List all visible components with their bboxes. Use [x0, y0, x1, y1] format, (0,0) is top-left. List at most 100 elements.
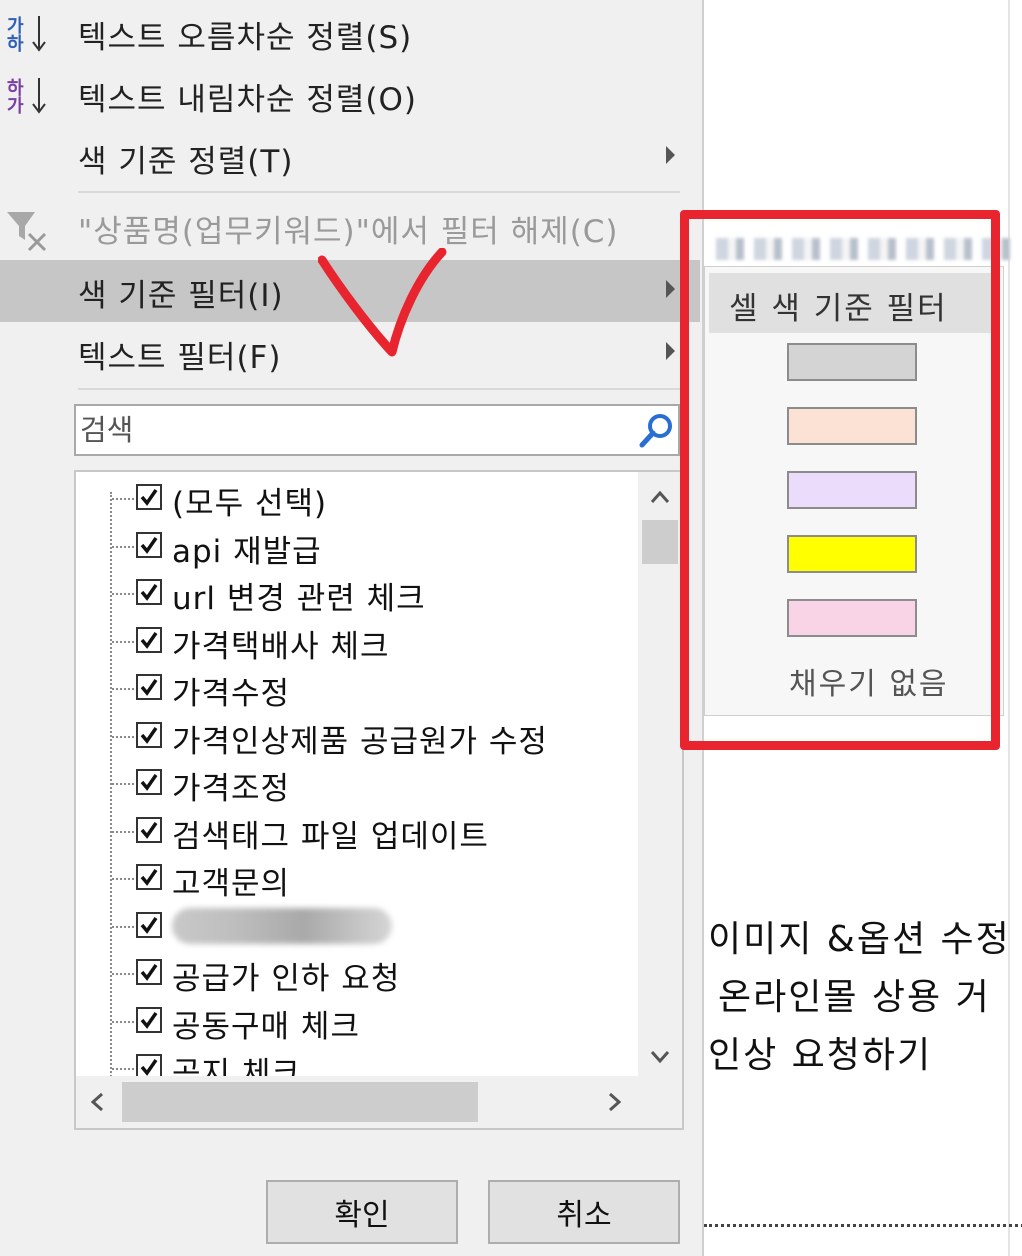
submenu-arrow-icon: [666, 342, 675, 360]
check-icon: [140, 631, 158, 649]
blurred-item-label: [172, 907, 392, 944]
list-item[interactable]: 공급가 인하 요청: [76, 949, 636, 997]
check-icon: [140, 1011, 158, 1029]
submenu-arrow-icon: [666, 280, 675, 298]
tree-connector: [112, 925, 134, 928]
scroll-up-arrow-icon[interactable]: [638, 476, 682, 520]
check-icon: [140, 489, 158, 506]
annotation-check-mark-icon: [318, 248, 447, 357]
vertical-scrollbar[interactable]: [638, 472, 682, 1076]
scroll-left-arrow-icon[interactable]: [76, 1076, 120, 1128]
list-item-label: 가격조정: [172, 771, 291, 807]
list-item[interactable]: 가격인상제품 공급원가 수정: [76, 712, 636, 760]
checkbox-checked[interactable]: [136, 721, 162, 748]
cell-text[interactable]: 인상 요청하기: [708, 1026, 932, 1078]
list-item[interactable]: api 재발급: [76, 522, 636, 570]
checkbox-checked[interactable]: [136, 959, 162, 985]
check-icon: [140, 726, 158, 744]
list-item[interactable]: [76, 902, 636, 950]
check-icon: [140, 679, 158, 696]
tree-connector: [112, 973, 134, 975]
vertical-scroll-thumb[interactable]: [642, 520, 678, 564]
column-gridline: [1008, 0, 1010, 1256]
list-item[interactable]: 공동구매 체크: [76, 997, 636, 1045]
cancel-button[interactable]: 취소: [488, 1180, 680, 1244]
svg-text:가: 가: [7, 96, 24, 116]
checkbox-checked[interactable]: [136, 911, 162, 938]
list-item-label: 공동구매 체크: [172, 1008, 360, 1045]
list-item[interactable]: 고객문의: [76, 854, 636, 902]
tree-connector: [112, 1020, 134, 1023]
tree-connector: [112, 498, 134, 500]
tree-connector: [112, 830, 134, 833]
ok-button[interactable]: 확인: [266, 1180, 458, 1244]
check-icon: [140, 774, 158, 791]
menu-item-label: 텍스트 내림차순 정렬(O): [78, 82, 417, 118]
menu-separator: [78, 388, 680, 390]
list-item-label: 가격인상제품 공급원가 수정: [172, 723, 548, 760]
checkbox-checked[interactable]: [136, 531, 162, 558]
cell-border: [704, 1224, 1022, 1227]
check-icon: [140, 964, 158, 981]
search-box: [74, 404, 680, 456]
tree-connector: [112, 735, 134, 738]
check-icon: [140, 821, 158, 839]
cell-text[interactable]: 온라인몰 상용 거: [718, 968, 991, 1020]
scroll-down-arrow-icon[interactable]: [638, 1034, 682, 1078]
list-item[interactable]: 가격택배사 체크: [76, 617, 636, 665]
menu-item-sort-descending[interactable]: 하 가 텍스트 내림차순 정렬(O): [0, 64, 700, 126]
tree-connector: [112, 783, 134, 785]
check-icon: [140, 869, 158, 886]
checkbox-checked[interactable]: [136, 769, 162, 795]
submenu-arrow-icon: [666, 146, 675, 164]
check-icon: [140, 1059, 158, 1076]
list-item-label: 공급가 인하 요청: [172, 961, 401, 997]
checkbox-checked[interactable]: [136, 674, 162, 700]
value-checklist: (모두 선택) api 재발급 url 변경 관련 체크가격택배사 체크가격수정가격…: [74, 470, 684, 1130]
svg-text:하: 하: [7, 34, 24, 54]
search-input[interactable]: [80, 410, 620, 450]
clear-filter-icon: [5, 204, 49, 259]
menu-item-sort-ascending[interactable]: 가 하 텍스트 오름차순 정렬(S): [0, 2, 700, 64]
checkbox-checked[interactable]: [136, 816, 162, 843]
check-icon: [140, 536, 158, 554]
scroll-right-arrow-icon[interactable]: [592, 1076, 636, 1128]
horizontal-scrollbar[interactable]: [76, 1076, 682, 1128]
cell-text[interactable]: 이미지 &옵션 수정: [708, 910, 1011, 962]
tree-connector: [112, 593, 134, 595]
list-item-label: 고객문의: [172, 866, 291, 902]
tree-connector: [112, 1068, 134, 1070]
list-item-label: 가격수정: [172, 676, 291, 712]
checkbox-checked[interactable]: [136, 626, 162, 653]
sort-descending-icon: 하 가: [5, 72, 49, 123]
checkbox-checked[interactable]: [136, 1006, 162, 1033]
check-icon: [140, 916, 158, 934]
check-icon: [140, 584, 158, 601]
menu-separator: [78, 191, 680, 193]
menu-item-label: 텍스트 필터(F): [78, 340, 282, 376]
tree-connector: [112, 545, 134, 548]
list-item[interactable]: 가격수정: [76, 664, 636, 712]
menu-item-label: 텍스트 오름차순 정렬(S): [78, 20, 413, 56]
horizontal-scroll-thumb[interactable]: [122, 1082, 478, 1122]
list-item-label: api 재발급: [172, 533, 322, 570]
list-item-label: (모두 선택): [172, 486, 328, 522]
search-icon[interactable]: [638, 412, 676, 454]
checkbox-checked[interactable]: [136, 864, 162, 890]
tree-connector: [112, 688, 134, 690]
annotation-highlight-box: [680, 210, 1000, 750]
sort-ascending-icon: 가 하: [5, 10, 49, 61]
menu-item-sort-by-color[interactable]: 색 기준 정렬(T): [0, 126, 700, 188]
checkbox-checked[interactable]: [136, 484, 162, 510]
menu-item-label: 색 기준 정렬(T): [78, 144, 294, 180]
checkbox-checked[interactable]: [136, 579, 162, 605]
list-item-label: 검색태그 파일 업데이트: [172, 818, 489, 855]
menu-item-label: "상품명(업무키워드)"에서 필터 해제(C): [78, 214, 619, 250]
list-item[interactable]: 가격조정: [76, 759, 636, 807]
tree-connector: [112, 640, 134, 643]
list-item[interactable]: 검색태그 파일 업데이트: [76, 807, 636, 855]
menu-item-label: 색 기준 필터(I): [78, 278, 284, 314]
list-item[interactable]: url 변경 관련 체크: [76, 569, 636, 617]
list-item-label: 가격택배사 체크: [172, 628, 390, 665]
list-item[interactable]: (모두 선택): [76, 474, 636, 522]
